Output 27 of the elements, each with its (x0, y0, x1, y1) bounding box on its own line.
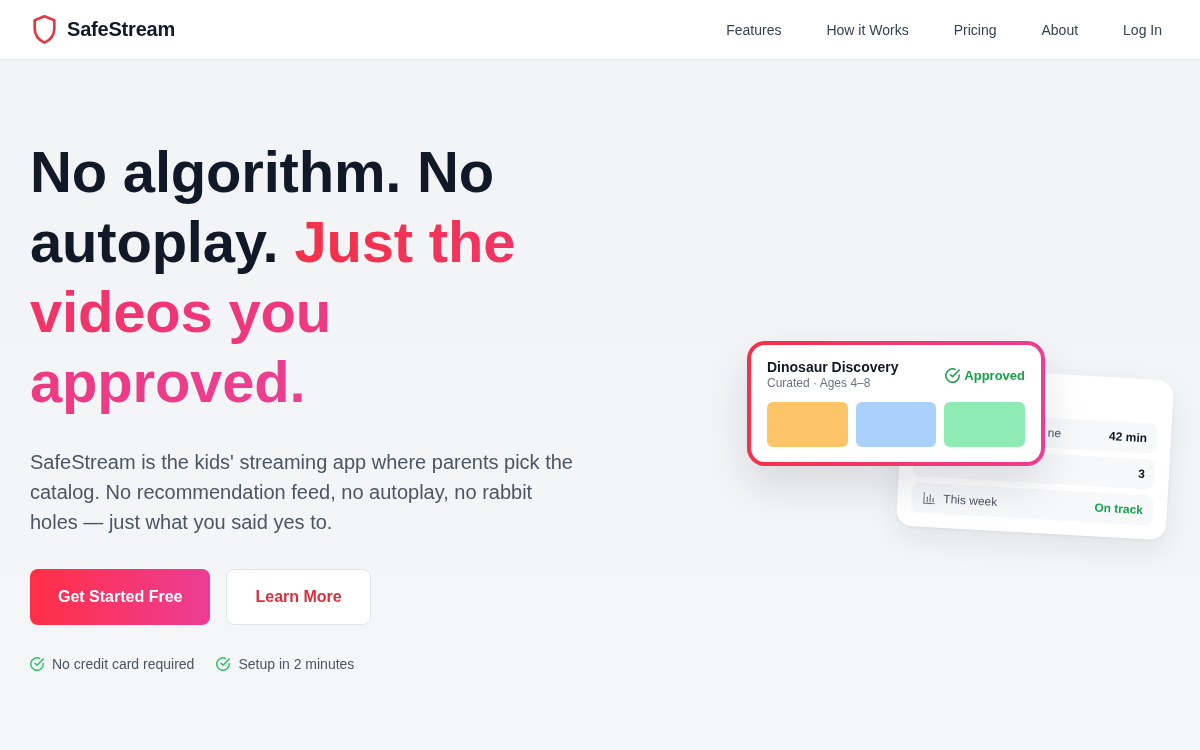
check-circle-icon (945, 367, 961, 383)
nav-link[interactable]: Pricing (953, 21, 997, 38)
learn-more-button[interactable]: Learn More (226, 569, 371, 625)
check-circle-icon (30, 657, 44, 671)
bar-chart-icon (923, 491, 936, 505)
video-thumbnail[interactable] (855, 402, 937, 447)
video-thumbnail[interactable] (944, 402, 1025, 447)
nav-link[interactable]: Log In (1123, 21, 1162, 38)
video-thumbnail[interactable] (767, 402, 848, 447)
stat-label: ne (1047, 425, 1062, 441)
stat-value: 42 min (1108, 429, 1148, 446)
brand-name: SafeStream (67, 18, 176, 41)
shield-logo-icon (33, 15, 56, 44)
stat-label: This week (942, 491, 998, 509)
card-title: Dinosaur Discovery (767, 359, 899, 376)
hero-description: SafeStream is the kids' streaming app where parents pick the catalog. No recommendation feed, no autoplay, no rabbit holes — just what you said yes to. (30, 450, 574, 535)
perk-text: No credit card required (52, 655, 195, 674)
perk-text: Setup in 2 minutes (238, 655, 355, 674)
nav-link[interactable]: How it Works (826, 21, 909, 38)
nav-link[interactable]: Features (726, 21, 782, 38)
nav-link[interactable]: About (1041, 21, 1079, 38)
status-label: Approved (964, 367, 1025, 383)
get-started-button[interactable]: Get Started Free (30, 569, 211, 625)
check-circle-icon (216, 657, 231, 671)
card-subtitle: Curated · Ages 4–8 (767, 376, 872, 391)
stat-value: 3 (1137, 466, 1146, 482)
status-value: On track (1094, 500, 1144, 518)
